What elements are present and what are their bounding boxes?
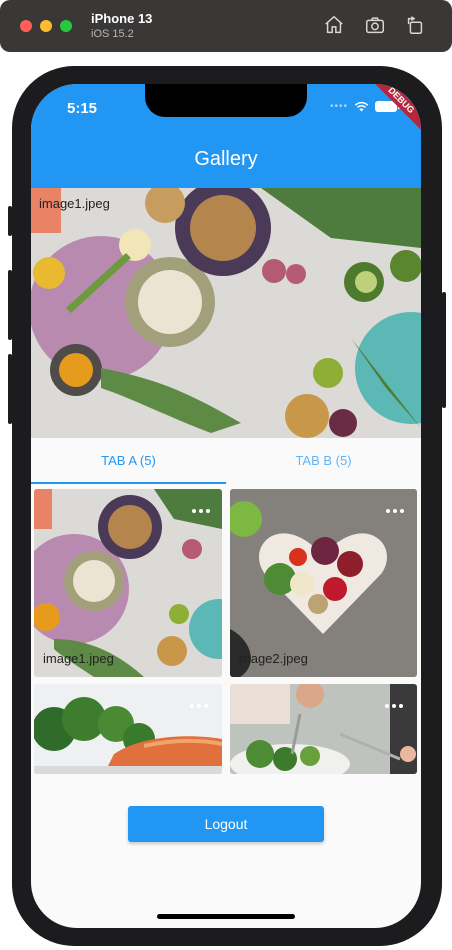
simulator-title-bar: iPhone 13 iOS 15.2 <box>0 0 452 52</box>
tab-a[interactable]: TAB A (5) <box>31 438 226 484</box>
more-options-icon[interactable] <box>190 704 208 708</box>
grid-tile[interactable] <box>34 684 222 774</box>
tab-b[interactable]: TAB B (5) <box>226 438 421 484</box>
os-version: iOS 15.2 <box>91 28 134 40</box>
tab-indicator <box>31 482 226 484</box>
close-window-button[interactable] <box>20 20 32 32</box>
rotate-icon[interactable] <box>404 14 426 36</box>
tile-caption: image2.jpeg <box>237 651 308 666</box>
home-indicator <box>157 914 295 919</box>
food-photo-image <box>31 188 421 438</box>
status-time: 5:15 <box>67 100 98 117</box>
more-options-icon[interactable] <box>385 704 403 708</box>
notch <box>145 84 307 117</box>
phone-screen: 5:15 •••• DEBUG Gallery image1.jpeg TAB … <box>31 84 421 928</box>
status-icons: •••• <box>329 101 400 112</box>
more-options-icon[interactable] <box>192 509 210 513</box>
broccoli-salmon-photo-image <box>34 684 222 774</box>
power-button <box>442 292 446 408</box>
tile-caption: image1.jpeg <box>43 651 114 666</box>
more-options-icon[interactable] <box>386 509 404 513</box>
logout-button[interactable]: Logout <box>128 806 324 842</box>
hero-image[interactable]: image1.jpeg <box>31 188 421 438</box>
signal-icon: •••• <box>329 101 348 112</box>
tab-bar: TAB A (5) TAB B (5) <box>31 438 421 484</box>
device-name: iPhone 13 <box>91 11 153 26</box>
grid-tile[interactable]: image1.jpeg <box>34 489 222 677</box>
food-photo-image <box>34 489 222 677</box>
salad-fork-photo-image <box>230 684 417 774</box>
page-title: Gallery <box>194 148 258 170</box>
grid-tile[interactable]: image2.jpeg <box>230 489 417 677</box>
wifi-icon <box>354 101 369 112</box>
home-icon[interactable] <box>323 14 345 36</box>
screenshot-icon[interactable] <box>364 14 386 36</box>
hero-image-caption: image1.jpeg <box>39 196 110 211</box>
heart-bowl-photo-image <box>230 489 417 677</box>
minimize-window-button[interactable] <box>40 20 52 32</box>
grid-tile[interactable] <box>230 684 417 774</box>
zoom-window-button[interactable] <box>60 20 72 32</box>
